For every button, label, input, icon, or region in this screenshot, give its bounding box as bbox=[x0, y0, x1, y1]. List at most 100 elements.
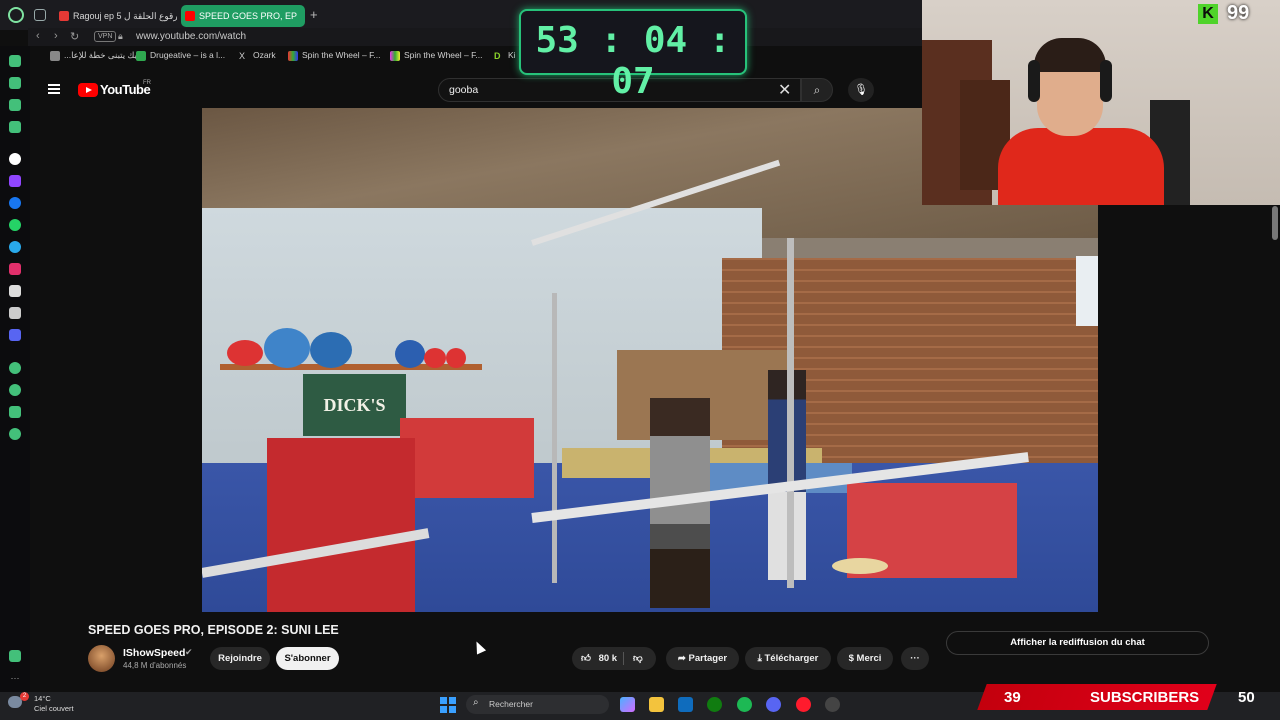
headset-icon bbox=[1028, 60, 1040, 102]
subscribe-button[interactable]: S'abonner bbox=[276, 647, 339, 670]
clear-search-icon[interactable]: ✕ bbox=[778, 80, 791, 100]
thanks-label: Merci bbox=[856, 653, 882, 664]
video-frame-red-block bbox=[267, 438, 415, 612]
share-label: Partager bbox=[688, 653, 728, 664]
microphone-icon[interactable]: 🎙︎ bbox=[848, 78, 874, 102]
discord-icon[interactable] bbox=[766, 697, 781, 712]
like-icon[interactable]: 👍︎ bbox=[581, 653, 591, 664]
bookmark-label: Spin the Wheel – F... bbox=[302, 50, 381, 60]
gx-icon[interactable] bbox=[9, 650, 21, 662]
back-icon[interactable]: ‹ bbox=[36, 30, 40, 42]
region-code: FR bbox=[143, 80, 151, 86]
copilot-icon[interactable] bbox=[620, 697, 635, 712]
url-field[interactable]: www.youtube.com/watch bbox=[136, 31, 246, 42]
weather-description[interactable]: Ciel couvert bbox=[34, 704, 74, 713]
subscriber-goal-target: 50 bbox=[1238, 689, 1255, 706]
tab-favicon-icon bbox=[59, 11, 69, 21]
share-button[interactable]: ➦ Partager bbox=[666, 647, 739, 670]
sidebar-history-icon[interactable] bbox=[9, 55, 21, 67]
app-icon[interactable] bbox=[825, 697, 840, 712]
sidebar-gx-control-icon[interactable] bbox=[9, 99, 21, 111]
join-button[interactable]: Rejoindre bbox=[210, 647, 270, 670]
thanks-button[interactable]: $ Merci bbox=[837, 647, 893, 670]
video-frame-ball bbox=[395, 340, 425, 368]
video-title: SPEED GOES PRO, EPISODE 2: SUNI LEE bbox=[88, 623, 339, 637]
bookmark-item[interactable]: Spin the Wheel – F... bbox=[390, 50, 483, 61]
bookmark-item[interactable]: D Ki bbox=[494, 50, 516, 61]
search-button[interactable]: ⌕ bbox=[801, 78, 833, 102]
search-icon: ⌕ bbox=[473, 697, 479, 708]
chat-replay-button[interactable]: Afficher la rediffusion du chat bbox=[946, 631, 1209, 655]
forward-icon[interactable]: › bbox=[54, 30, 58, 42]
tab-speed-goes-pro[interactable]: SPEED GOES PRO, EP bbox=[181, 5, 305, 27]
tab-ragouj[interactable]: Ragouj ep 5 الحلقة 5 رقوع الحلقة ل... bbox=[55, 5, 177, 27]
bookmark-item[interactable]: ...فليك يتبنى خطة للإعا bbox=[50, 50, 144, 61]
spotify-icon[interactable] bbox=[737, 697, 752, 712]
like-dislike-group[interactable]: 👍︎ 80 k 👎︎ bbox=[572, 647, 656, 670]
kick-logo-icon: K bbox=[1198, 4, 1218, 24]
x-icon[interactable] bbox=[9, 307, 21, 319]
video-frame-stool bbox=[832, 558, 888, 574]
taskbar-search-placeholder[interactable]: Rechercher bbox=[489, 699, 533, 709]
vpn-badge[interactable]: VPN bbox=[94, 31, 117, 42]
channel-avatar[interactable] bbox=[88, 645, 115, 672]
bookmark-label: Ozark bbox=[253, 50, 276, 60]
reload-icon[interactable]: ↻ bbox=[70, 30, 79, 43]
headset-icon bbox=[1100, 60, 1112, 102]
webcam-streamer-hair bbox=[1034, 38, 1106, 72]
bookmark-favicon-icon bbox=[288, 51, 298, 61]
tiktok-icon[interactable] bbox=[9, 285, 21, 297]
viewer-count: 99 bbox=[1227, 2, 1250, 24]
telegram-icon[interactable] bbox=[9, 241, 21, 253]
store-icon[interactable] bbox=[678, 697, 693, 712]
bookmark-item[interactable]: Spin the Wheel – F... bbox=[288, 50, 381, 61]
opera-icon[interactable] bbox=[796, 697, 811, 712]
bookmark-label: Ki bbox=[508, 50, 516, 60]
weather-temperature[interactable]: 14°C bbox=[34, 694, 51, 703]
new-tab-button[interactable]: + bbox=[310, 7, 318, 22]
dislike-icon[interactable]: 👎︎ bbox=[633, 647, 643, 670]
bookmark-label: Spin the Wheel – F... bbox=[404, 50, 483, 60]
channel-name[interactable]: IShowSpeed bbox=[123, 647, 185, 659]
bookmark-favicon-icon bbox=[50, 51, 60, 61]
sidebar-mod-icon[interactable] bbox=[9, 121, 21, 133]
thanks-icon: $ bbox=[848, 653, 857, 664]
cube-icon[interactable] bbox=[9, 406, 21, 418]
messenger-icon[interactable] bbox=[9, 197, 21, 209]
tab-overview-icon[interactable] bbox=[34, 9, 46, 21]
like-count[interactable]: 80 k bbox=[599, 653, 618, 664]
search-value[interactable]: gooba bbox=[449, 84, 478, 96]
windows-start-icon[interactable] bbox=[440, 697, 456, 713]
page-scrollbar[interactable] bbox=[1272, 206, 1278, 240]
bookmark-item[interactable]: Drugeative – is a l... bbox=[136, 50, 225, 61]
menu-icon[interactable] bbox=[48, 84, 60, 94]
taskbar-search-input[interactable] bbox=[466, 695, 609, 714]
twitch-icon[interactable] bbox=[9, 175, 21, 187]
video-frame-ball bbox=[446, 348, 466, 368]
discord-icon[interactable] bbox=[9, 329, 21, 341]
opera-gx-logo-icon[interactable] bbox=[8, 7, 24, 23]
whatsapp-icon[interactable] bbox=[9, 219, 21, 231]
search-icon: ⌕ bbox=[813, 83, 821, 97]
more-actions-button[interactable]: ··· bbox=[901, 647, 929, 670]
bookmark-item[interactable]: X Ozark bbox=[239, 50, 276, 61]
download-button[interactable]: ⤓ Télécharger bbox=[745, 647, 831, 670]
settings-icon[interactable] bbox=[9, 428, 21, 440]
xbox-icon[interactable] bbox=[707, 697, 722, 712]
sidebar-extensions-icon[interactable] bbox=[9, 77, 21, 89]
subscriber-goal-current: 39 bbox=[1004, 689, 1021, 706]
notification-badge[interactable]: 2 bbox=[20, 692, 29, 701]
sidebar-arrow-icon[interactable] bbox=[9, 153, 21, 165]
more-icon[interactable]: ··· bbox=[9, 672, 21, 684]
subscriber-goal-label: SUBSCRIBERS bbox=[1090, 689, 1200, 706]
video-frame-pole bbox=[787, 238, 794, 588]
youtube-logo-icon[interactable] bbox=[78, 83, 98, 97]
player-icon[interactable] bbox=[9, 362, 21, 374]
video-frame-window bbox=[1076, 256, 1098, 326]
lock-icon[interactable]: 🔒︎ bbox=[118, 31, 123, 42]
instagram-icon[interactable] bbox=[9, 263, 21, 275]
video-frame-sign: DICK'S bbox=[303, 374, 406, 436]
video-frame-ball bbox=[424, 348, 446, 368]
file-explorer-icon[interactable] bbox=[649, 697, 664, 712]
clock-icon[interactable] bbox=[9, 384, 21, 396]
